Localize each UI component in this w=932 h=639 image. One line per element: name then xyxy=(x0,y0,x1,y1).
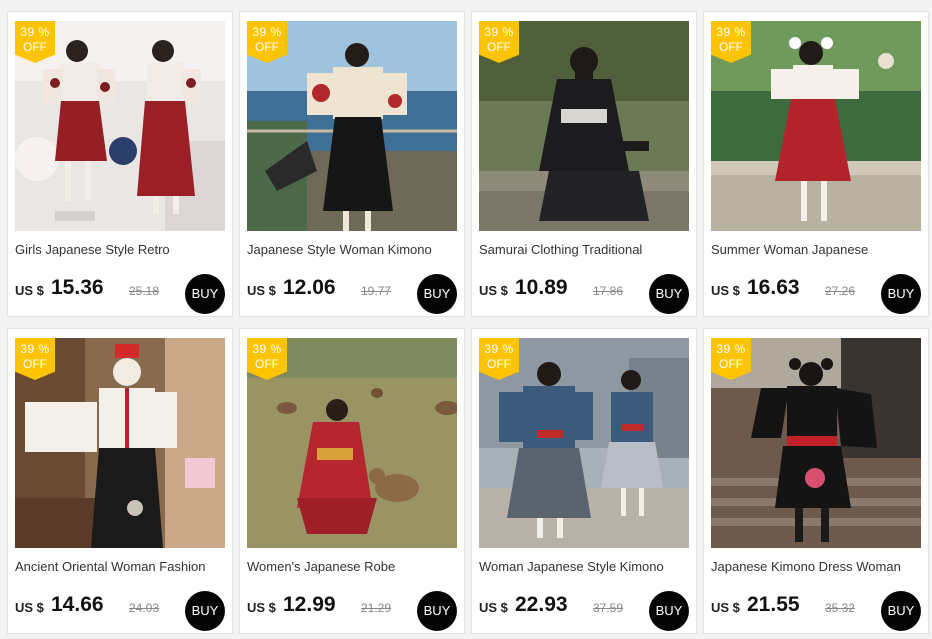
discount-badge: 39 % OFF xyxy=(479,21,519,63)
price-row: US $ 15.36 25.18 BUY xyxy=(15,274,227,314)
currency-label: US $ xyxy=(15,283,44,298)
price-row: US $ 12.99 21.29 BUY xyxy=(247,591,459,631)
buy-button[interactable]: BUY xyxy=(417,274,457,314)
product-title[interactable]: Girls Japanese Style Retro xyxy=(15,242,227,257)
sale-price: 16.63 xyxy=(747,276,800,299)
price-row: US $ 21.55 35.32 BUY xyxy=(711,591,923,631)
discount-badge: 39 % OFF xyxy=(15,338,55,380)
product-image[interactable]: 39 % OFF xyxy=(247,21,457,231)
product-card[interactable]: 39 % OFF Girls Japanese Style Retro US $… xyxy=(7,11,233,317)
product-image[interactable]: 39 % OFF xyxy=(711,21,921,231)
buy-button[interactable]: BUY xyxy=(649,591,689,631)
currency-label: US $ xyxy=(247,600,276,615)
currency-label: US $ xyxy=(711,600,740,615)
product-card[interactable]: 39 % OFF Summer Woman Japanese US $ 16.6… xyxy=(703,11,929,317)
product-image[interactable]: 39 % OFF xyxy=(479,21,689,231)
product-card[interactable]: 39 % OFF Woman Japanese Style Kimono US … xyxy=(471,328,697,634)
discount-percent: 39 % xyxy=(484,25,514,39)
discount-percent: 39 % xyxy=(716,342,746,356)
buy-button[interactable]: BUY xyxy=(881,591,921,631)
price-row: US $ 14.66 24.03 BUY xyxy=(15,591,227,631)
discount-off-label: OFF xyxy=(487,357,511,371)
discount-badge: 39 % OFF xyxy=(479,338,519,380)
discount-percent: 39 % xyxy=(716,25,746,39)
sale-price: 12.06 xyxy=(283,276,336,299)
product-card[interactable]: 39 % OFF Japanese Style Woman Kimono US … xyxy=(239,11,465,317)
product-card[interactable]: 39 % OFF Japanese Kimono Dress Woman US … xyxy=(703,328,929,634)
product-card[interactable]: 39 % OFF Samurai Clothing Traditional US… xyxy=(471,11,697,317)
buy-button[interactable]: BUY xyxy=(185,591,225,631)
buy-button[interactable]: BUY xyxy=(417,591,457,631)
discount-off-label: OFF xyxy=(255,357,279,371)
sale-price: 22.93 xyxy=(515,593,568,616)
original-price: 27.26 xyxy=(825,284,856,298)
product-card[interactable]: 39 % OFF Women's Japanese Robe US $ 12.9… xyxy=(239,328,465,634)
discount-badge: 39 % OFF xyxy=(711,21,751,63)
currency-label: US $ xyxy=(479,600,508,615)
price-row: US $ 22.93 37.59 BUY xyxy=(479,591,691,631)
product-image[interactable]: 39 % OFF xyxy=(479,338,689,548)
product-title[interactable]: Samurai Clothing Traditional xyxy=(479,242,691,257)
product-image[interactable]: 39 % OFF xyxy=(711,338,921,548)
original-price: 19.77 xyxy=(361,284,392,298)
product-image[interactable]: 39 % OFF xyxy=(15,338,225,548)
buy-button[interactable]: BUY xyxy=(881,274,921,314)
currency-label: US $ xyxy=(15,600,44,615)
discount-percent: 39 % xyxy=(252,25,282,39)
product-image[interactable]: 39 % OFF xyxy=(15,21,225,231)
discount-percent: 39 % xyxy=(20,25,50,39)
original-price: 21.29 xyxy=(361,601,392,615)
sale-price: 10.89 xyxy=(515,276,568,299)
original-price: 17.86 xyxy=(593,284,624,298)
discount-badge: 39 % OFF xyxy=(247,338,287,380)
product-image[interactable]: 39 % OFF xyxy=(247,338,457,548)
discount-badge: 39 % OFF xyxy=(711,338,751,380)
currency-label: US $ xyxy=(247,283,276,298)
sale-price: 15.36 xyxy=(51,276,104,299)
product-title[interactable]: Japanese Style Woman Kimono xyxy=(247,242,459,257)
original-price: 24.03 xyxy=(129,601,160,615)
product-title[interactable]: Ancient Oriental Woman Fashion xyxy=(15,559,227,574)
currency-label: US $ xyxy=(711,283,740,298)
product-card[interactable]: 39 % OFF Ancient Oriental Woman Fashion … xyxy=(7,328,233,634)
discount-off-label: OFF xyxy=(23,40,47,54)
buy-button[interactable]: BUY xyxy=(185,274,225,314)
discount-off-label: OFF xyxy=(255,40,279,54)
product-grid: 39 % OFF Girls Japanese Style Retro US $… xyxy=(0,0,932,639)
product-title[interactable]: Women's Japanese Robe xyxy=(247,559,459,574)
sale-price: 21.55 xyxy=(747,593,800,616)
currency-label: US $ xyxy=(479,283,508,298)
product-title[interactable]: Japanese Kimono Dress Woman xyxy=(711,559,923,574)
discount-off-label: OFF xyxy=(23,357,47,371)
original-price: 25.18 xyxy=(129,284,160,298)
discount-percent: 39 % xyxy=(484,342,514,356)
discount-off-label: OFF xyxy=(719,357,743,371)
price-row: US $ 12.06 19.77 BUY xyxy=(247,274,459,314)
discount-badge: 39 % OFF xyxy=(247,21,287,63)
product-title[interactable]: Summer Woman Japanese xyxy=(711,242,923,257)
discount-badge: 39 % OFF xyxy=(15,21,55,63)
discount-percent: 39 % xyxy=(252,342,282,356)
price-row: US $ 16.63 27.26 BUY xyxy=(711,274,923,314)
discount-percent: 39 % xyxy=(20,342,50,356)
buy-button[interactable]: BUY xyxy=(649,274,689,314)
original-price: 37.59 xyxy=(593,601,624,615)
discount-off-label: OFF xyxy=(719,40,743,54)
discount-off-label: OFF xyxy=(487,40,511,54)
price-row: US $ 10.89 17.86 BUY xyxy=(479,274,691,314)
original-price: 35.32 xyxy=(825,601,856,615)
sale-price: 14.66 xyxy=(51,593,104,616)
product-title[interactable]: Woman Japanese Style Kimono xyxy=(479,559,691,574)
sale-price: 12.99 xyxy=(283,593,336,616)
